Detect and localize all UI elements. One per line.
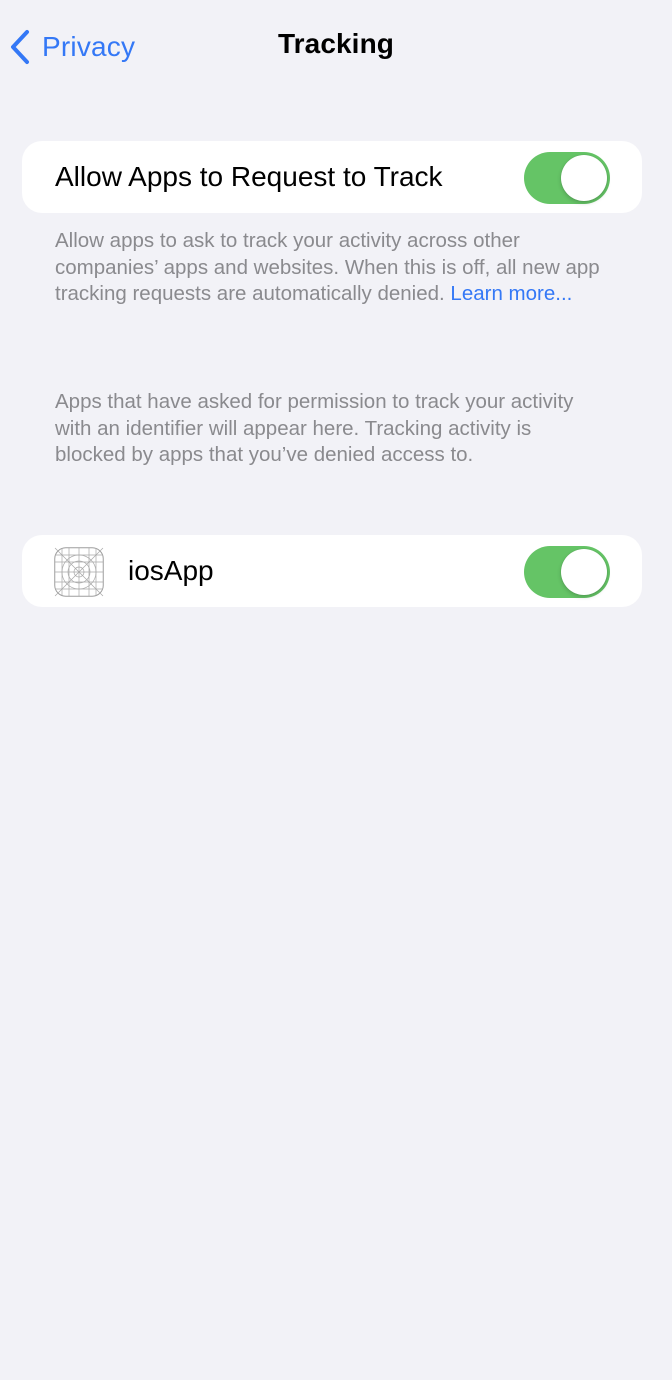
navigation-bar: Privacy Tracking: [0, 0, 672, 96]
allow-tracking-label: Allow Apps to Request to Track: [55, 161, 443, 192]
allow-tracking-toggle[interactable]: [524, 152, 610, 204]
apps-footer: Apps that have asked for permission to t…: [55, 389, 600, 469]
app-name: iosApp: [128, 555, 214, 586]
toggle-knob: [561, 155, 607, 201]
page-title: Tracking: [278, 28, 394, 59]
allow-tracking-footer: Allow apps to ask to track your activity…: [55, 228, 600, 308]
app-row: iosApp: [22, 535, 642, 607]
allow-tracking-row: Allow Apps to Request to Track: [22, 141, 642, 213]
app-tracking-toggle[interactable]: [524, 546, 610, 598]
app-placeholder-icon: [54, 547, 104, 597]
apps-description: Apps that have asked for permission to t…: [55, 390, 574, 466]
learn-more-link[interactable]: Learn more...: [450, 281, 572, 308]
toggle-knob: [561, 549, 607, 595]
